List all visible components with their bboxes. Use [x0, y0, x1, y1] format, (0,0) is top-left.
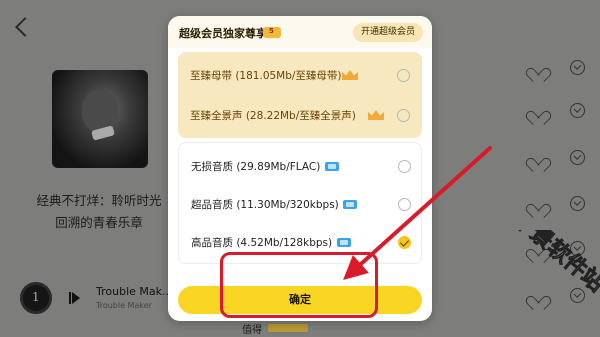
quality-option-flac[interactable]: 无损音质 (29.89Mb/FLAC) [179, 147, 423, 185]
quality-icon [325, 162, 339, 171]
quality-option-label: 至臻母带 (181.05Mb/至臻母带) [190, 70, 342, 82]
album-title-line2: 回溯的青春乐章 [55, 215, 143, 230]
watermark: 千景软件站 [508, 230, 600, 297]
quality-icon [343, 200, 357, 209]
back-chevron-icon[interactable] [15, 17, 35, 37]
bottom-peek-badge [268, 324, 308, 332]
mini-player[interactable]: 1 Trouble Mak... Trouble Maker [20, 282, 173, 318]
quality-option-label: 至臻全景声 (28.22Mb/至臻全景声) [190, 110, 356, 122]
quality-option-atmos[interactable]: 至臻全景声 (28.22Mb/至臻全景声) [178, 96, 422, 134]
radio-button[interactable] [398, 160, 411, 173]
play-icon[interactable] [69, 292, 80, 304]
radio-button-checked[interactable] [398, 236, 411, 249]
quality-option-320k[interactable]: 超品音质 (11.30Mb/320kbps) [179, 185, 423, 223]
quality-option-label: 无损音质 (29.89Mb/FLAC) [191, 161, 321, 173]
heart-icon[interactable] [530, 152, 545, 165]
bottom-peek-text: 值得 [242, 325, 262, 336]
quality-icon [337, 238, 351, 247]
radio-button[interactable] [397, 109, 410, 122]
highlight-box [220, 252, 378, 318]
crown-icon [368, 110, 384, 120]
player-cover-glyph: 1 [32, 290, 40, 304]
radio-button[interactable] [398, 198, 411, 211]
quality-option-label: 超品音质 (11.30Mb/320kbps) [191, 199, 339, 211]
player-track-title: Trouble Mak... [96, 285, 173, 298]
album-title: 经典不打烊：聆听时光 回溯的青春乐章 [34, 190, 164, 234]
download-icon[interactable] [570, 60, 585, 75]
radio-button[interactable] [397, 69, 410, 82]
heart-icon[interactable] [530, 62, 545, 75]
dialog-header: 超级会员独家尊享 5 开通超级会员 [168, 16, 432, 48]
heart-icon[interactable] [530, 198, 545, 211]
player-cover[interactable]: 1 [20, 282, 52, 314]
standard-options-group: 无损音质 (29.89Mb/FLAC) 超品音质 (11.30Mb/320kbp… [178, 142, 422, 264]
heart-icon[interactable] [530, 105, 545, 118]
vip-level-badge-number: 5 [269, 27, 274, 35]
open-super-vip-button[interactable]: 开通超级会员 [352, 23, 423, 42]
vip-level-badge: 5 [263, 27, 281, 38]
watermark-text: 千景软件站 [508, 230, 600, 297]
album-title-line1: 经典不打烊：聆听时光 [36, 193, 162, 208]
quality-option-label: 高品音质 (4.52Mb/128kbps) [191, 237, 333, 249]
player-track-artist: Trouble Maker [96, 301, 152, 310]
crown-icon [342, 70, 358, 80]
download-icon[interactable] [570, 196, 585, 211]
quality-option-master[interactable]: 至臻母带 (181.05Mb/至臻母带) [178, 56, 422, 94]
album-cover [52, 70, 148, 168]
download-icon[interactable] [570, 103, 585, 118]
vip-options-group: 至臻母带 (181.05Mb/至臻母带) 至臻全景声 (28.22Mb/至臻全景… [178, 52, 422, 138]
dialog-title: 超级会员独家尊享 [179, 27, 267, 40]
download-icon[interactable] [570, 150, 585, 165]
